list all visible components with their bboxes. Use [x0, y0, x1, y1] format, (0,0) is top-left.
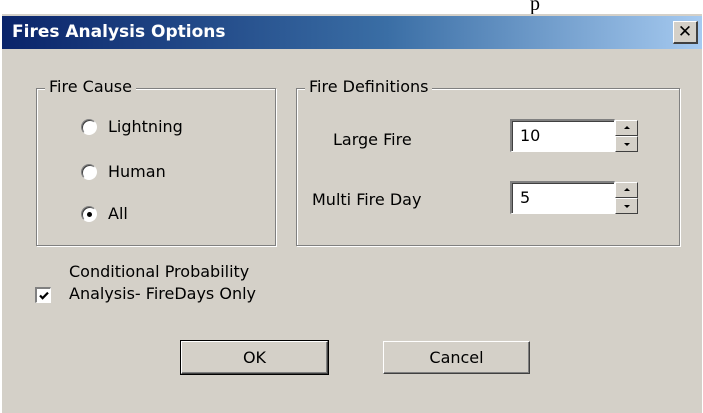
large-fire-spin-buttons	[615, 119, 638, 152]
fire-definitions-group: Fire Definitions	[296, 77, 680, 246]
down-arrow-icon	[624, 205, 630, 208]
multi-fire-day-spin-buttons	[615, 181, 638, 214]
down-arrow-icon	[624, 143, 630, 146]
title-bar[interactable]: Fires Analysis Options ✕	[2, 16, 702, 49]
close-icon: ✕	[677, 21, 693, 42]
radio-all-label[interactable]: All	[108, 204, 128, 223]
checkmark-icon	[39, 291, 49, 300]
multi-fire-day-spinner[interactable]: 5	[510, 181, 638, 214]
conditional-probability-label-line1[interactable]: Conditional Probability	[69, 262, 249, 281]
conditional-probability-label-line2[interactable]: Analysis- FireDays Only	[69, 284, 256, 303]
cancel-button[interactable]: Cancel	[383, 341, 530, 374]
window-title: Fires Analysis Options	[12, 22, 226, 42]
large-fire-label: Large Fire	[333, 130, 412, 149]
up-arrow-icon	[624, 126, 630, 129]
large-fire-decrement-button[interactable]	[615, 136, 638, 152]
background-strip: p	[0, 0, 703, 14]
radio-human[interactable]	[81, 164, 97, 180]
radio-all[interactable]	[81, 206, 97, 222]
radio-selected-dot	[87, 212, 92, 217]
large-fire-spinner[interactable]: 10	[510, 119, 638, 152]
conditional-probability-checkbox[interactable]	[35, 287, 51, 303]
fire-cause-legend: Fire Cause	[45, 77, 136, 96]
up-arrow-icon	[624, 188, 630, 191]
background-text-fragment: p	[530, 0, 540, 14]
fires-analysis-dialog: Fires Analysis Options ✕ Fire Cause Ligh…	[0, 14, 702, 413]
multi-fire-day-increment-button[interactable]	[615, 182, 638, 198]
close-button[interactable]: ✕	[673, 21, 698, 44]
multi-fire-day-input[interactable]: 5	[510, 181, 615, 214]
multi-fire-day-label: Multi Fire Day	[312, 190, 422, 209]
dialog-edge	[0, 14, 2, 413]
fire-definitions-legend: Fire Definitions	[305, 77, 433, 96]
ok-button[interactable]: OK	[180, 340, 329, 375]
radio-human-label[interactable]: Human	[108, 162, 166, 181]
large-fire-increment-button[interactable]	[615, 120, 638, 136]
large-fire-input[interactable]: 10	[510, 119, 615, 152]
radio-lightning[interactable]	[81, 119, 97, 135]
multi-fire-day-decrement-button[interactable]	[615, 198, 638, 214]
radio-lightning-label[interactable]: Lightning	[108, 117, 183, 136]
